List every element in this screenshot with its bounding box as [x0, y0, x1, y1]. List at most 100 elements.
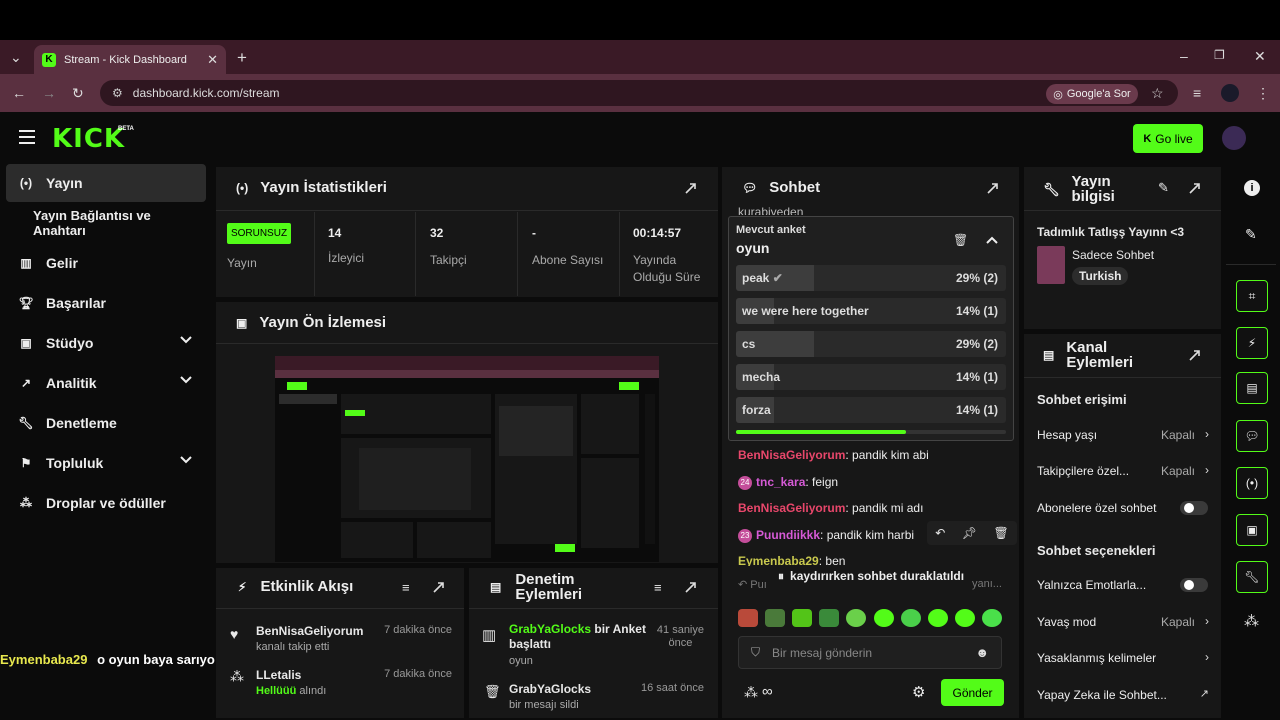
new-tab-icon[interactable]: +	[237, 48, 247, 68]
chat-input[interactable]: ⛉ Bir mesaj gönderin ☻	[738, 636, 1002, 669]
popout-icon[interactable]	[986, 181, 1000, 195]
gear-icon[interactable]: ⚙	[912, 683, 925, 701]
filter-icon[interactable]: ≡	[402, 580, 410, 595]
rail-document-button[interactable]: ▤	[1236, 372, 1268, 404]
emote-icon[interactable]	[954, 609, 975, 627]
modaction-text-part1: bir Anket	[594, 622, 646, 636]
browser-menu-icon[interactable]: ⋮	[1256, 85, 1270, 102]
slow-mode-row[interactable]: Yavaş mod Kapalı ›	[1037, 614, 1213, 629]
sidebar-item-yayin[interactable]: (•) Yayın	[6, 164, 206, 202]
rail-broadcast-button[interactable]: (•)	[1236, 467, 1268, 499]
emoji-icon[interactable]: ☻	[975, 645, 989, 660]
sidebar-item-studyo[interactable]: ▣ Stüdyo	[6, 324, 206, 362]
restore-icon[interactable]: ❐	[1214, 48, 1225, 62]
trash-icon[interactable]: 🗑︎	[953, 233, 968, 247]
minimize-icon[interactable]: –	[1180, 48, 1188, 64]
emote-icon[interactable]	[873, 609, 894, 627]
sidebar-item-analitik[interactable]: ↗ Analitik	[6, 364, 206, 402]
chat-username[interactable]: Eymenbaba29	[738, 554, 819, 566]
banned-words-row[interactable]: Yasaklanmış kelimeler ›	[1037, 650, 1213, 665]
external-link-icon: ↗	[1199, 688, 1209, 700]
sidebar-item-basarilar[interactable]: 🏆︎ Başarılar	[6, 284, 206, 322]
drops-icon[interactable]: ⁂	[744, 684, 758, 701]
poll-timer-fill	[736, 430, 906, 434]
sidebar-item-stream-key[interactable]: Yayın Bağlantısı ve Anahtarı	[6, 204, 206, 242]
chat-username[interactable]: Puundiikkk	[756, 528, 820, 542]
emote-icon[interactable]	[981, 609, 1002, 627]
reload-icon[interactable]: ↻	[72, 85, 84, 102]
filter-icon[interactable]: ≡	[654, 580, 662, 595]
reading-list-icon[interactable]: ≡	[1193, 85, 1201, 101]
emotes-only-toggle[interactable]	[1180, 578, 1208, 592]
window-close-icon[interactable]: ✕	[1254, 48, 1266, 65]
stream-preview-video[interactable]	[275, 356, 659, 562]
chat-username[interactable]: BenNisaGeliyorum	[738, 448, 845, 462]
sidebar-item-denetleme[interactable]: 🔧︎ Denetleme	[6, 404, 206, 442]
chat-username[interactable]: tnc_kara	[756, 475, 805, 489]
reply-icon[interactable]: ↶	[935, 526, 945, 540]
modaction-user[interactable]: GrabYaGlocks	[509, 622, 591, 636]
chat-username[interactable]: BenNisaGeliyorum	[738, 501, 845, 515]
emote-icon[interactable]	[765, 609, 786, 627]
forward-icon[interactable]: →	[42, 85, 56, 101]
sidebar-item-topluluk[interactable]: ⚑ Topluluk	[6, 444, 206, 482]
rail-chat-button[interactable]: 💬︎	[1236, 420, 1268, 452]
emote-icon[interactable]	[927, 609, 948, 627]
overlay-chat-line: Eymenbaba29 o oyun baya sarıyo	[0, 652, 215, 667]
popout-icon[interactable]	[432, 580, 446, 594]
tab-close-icon[interactable]: ✕	[207, 52, 218, 68]
popout-icon[interactable]	[1188, 181, 1202, 195]
emote-icon[interactable]	[792, 609, 813, 627]
edit-pencil-icon[interactable]: ✎	[1158, 180, 1169, 196]
send-button[interactable]: Gönder	[941, 679, 1004, 706]
site-info-icon[interactable]: ⚙	[112, 86, 123, 100]
popout-icon[interactable]	[684, 181, 698, 195]
account-age-row[interactable]: Hesap yaşı Kapalı ›	[1037, 427, 1213, 442]
activity-user[interactable]: LLetalis	[256, 668, 301, 682]
sidebar-item-droplar[interactable]: ⁂ Droplar ve ödüller	[6, 484, 206, 522]
chat-paused-banner[interactable]: ⏸︎ kaydırırken sohbet duraklatıldı	[778, 569, 964, 584]
activity-user[interactable]: BenNisaGeliyorum	[256, 624, 363, 638]
bookmark-star-icon[interactable]: ☆	[1151, 85, 1164, 102]
modaction-user[interactable]: GrabYaGlocks	[509, 682, 591, 696]
sidebar-item-gelir[interactable]: ▥ Gelir	[6, 244, 206, 282]
channel-actions-title-line1: Kanal	[1066, 339, 1108, 356]
browser-tab[interactable]: K Stream - Kick Dashboard ✕	[34, 45, 226, 74]
divider	[1024, 210, 1221, 211]
go-live-button[interactable]: K Go live	[1133, 124, 1203, 153]
hamburger-menu-icon[interactable]	[19, 130, 35, 144]
emote-icon[interactable]	[738, 609, 758, 627]
category-thumbnail[interactable]	[1037, 246, 1065, 284]
category-name[interactable]: Sadece Sohbet	[1072, 248, 1154, 262]
infinity-icon[interactable]: ∞	[762, 683, 773, 700]
ai-moderation-row[interactable]: Yapay Zeka ile Sohbet... ↗	[1037, 688, 1213, 702]
user-avatar[interactable]	[1222, 126, 1246, 150]
back-icon[interactable]: ←	[12, 85, 26, 101]
poll-option-label: mecha	[742, 370, 781, 384]
kick-k-icon: K	[1143, 132, 1152, 145]
trash-icon[interactable]: 🗑︎	[994, 526, 1009, 540]
subs-only-toggle[interactable]	[1180, 501, 1208, 515]
emote-icon[interactable]	[819, 609, 840, 627]
rail-lightning-button[interactable]: ⚡︎	[1236, 327, 1268, 359]
rail-clip-button[interactable]: ⌗	[1236, 280, 1268, 312]
rail-wrench-button[interactable]: 🔧︎	[1236, 561, 1268, 593]
address-bar[interactable]: ⚙ dashboard.kick.com/stream	[100, 80, 1178, 106]
stat-uptime: 00:14:57 Yayında Olduğu Süre	[620, 212, 718, 296]
google-ask-chip[interactable]: ◎ Google'a Sor	[1046, 84, 1138, 104]
drops-icon[interactable]: ⁂	[1244, 612, 1259, 630]
popout-icon[interactable]	[1188, 348, 1202, 362]
popout-icon[interactable]	[684, 580, 698, 594]
info-icon[interactable]: i	[1244, 180, 1260, 196]
kick-logo[interactable]: KICK	[52, 124, 125, 154]
profile-avatar[interactable]	[1221, 84, 1239, 102]
language-tag: Turkish	[1072, 267, 1129, 285]
pin-icon[interactable]: 📌︎	[962, 526, 977, 540]
followers-only-row[interactable]: Takipçilere özel... Kapalı ›	[1037, 463, 1213, 478]
emote-icon[interactable]	[846, 609, 867, 627]
chevron-up-icon[interactable]	[986, 236, 998, 244]
edit-pencil-icon[interactable]: ✎	[1245, 226, 1257, 243]
tab-search-icon[interactable]: ⌄	[10, 49, 22, 66]
rail-channel-actions-button[interactable]: ▣	[1236, 514, 1268, 546]
emote-icon[interactable]	[900, 609, 921, 627]
